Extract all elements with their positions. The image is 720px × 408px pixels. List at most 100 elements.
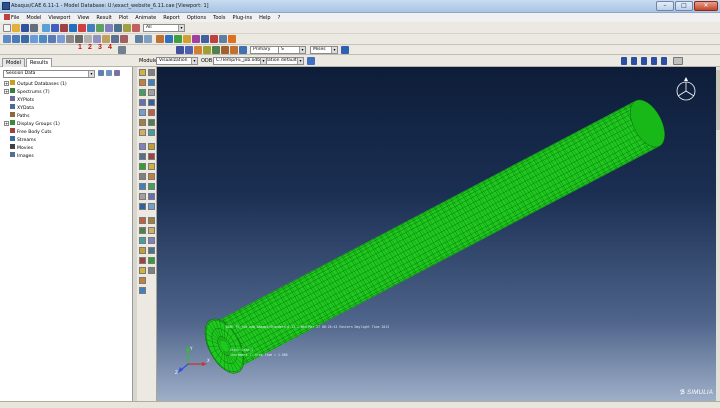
play-icon[interactable] [641, 57, 647, 65]
toolbox-tool-icon[interactable] [148, 79, 155, 86]
expand-all-icon[interactable] [106, 70, 112, 76]
zoom-icon[interactable] [78, 24, 86, 32]
viewport-4-button[interactable]: 4 [108, 44, 112, 51]
expand-icon[interactable]: + [4, 81, 9, 86]
viewport[interactable]: Y X Z ODB: FE_job.odb Abaqus/Standard 6.… [157, 67, 716, 401]
open-icon[interactable] [12, 24, 20, 32]
toolbox-tool-icon[interactable] [148, 203, 155, 210]
tile-viewports-icon[interactable] [118, 46, 126, 54]
viewport-1-button[interactable]: 1 [78, 44, 82, 51]
menu-options[interactable]: Options [187, 15, 206, 21]
perspective-icon[interactable] [93, 35, 101, 43]
filter-icon[interactable] [98, 70, 104, 76]
view-orientation-icon[interactable] [676, 77, 696, 101]
toolbox-tool-icon[interactable] [139, 143, 146, 150]
front-view-icon[interactable] [12, 35, 20, 43]
last-frame-icon[interactable] [661, 57, 667, 65]
iso-view-icon[interactable] [3, 35, 11, 43]
symbol-icon[interactable] [183, 35, 191, 43]
viewport-scrollbar[interactable] [716, 67, 720, 401]
tree-item[interactable]: Images [4, 152, 67, 160]
apply-defaults-icon[interactable] [307, 57, 315, 65]
toolbox-tool-icon[interactable] [139, 257, 146, 264]
menu-result[interactable]: Result [96, 15, 111, 21]
superimpose-icon[interactable] [210, 35, 218, 43]
toolbox-tool-icon[interactable] [148, 183, 155, 190]
menu-model[interactable]: Model [26, 15, 41, 21]
magnify-icon[interactable] [69, 24, 77, 32]
toolbox-tool-icon[interactable] [139, 89, 146, 96]
toolbox-tool-icon[interactable] [148, 257, 155, 264]
toolbox-tool-icon[interactable] [139, 99, 146, 106]
deformed-icon[interactable] [165, 35, 173, 43]
hidden-line-icon[interactable] [75, 35, 83, 43]
color-code-icon[interactable] [120, 35, 128, 43]
module-select[interactable]: Visualization ▾ [156, 57, 198, 65]
toolbox-tool-icon[interactable] [139, 119, 146, 126]
frame-selector-icon[interactable] [673, 57, 683, 65]
toolbox-tool-icon[interactable] [139, 203, 146, 210]
toolbox-tool-icon[interactable] [139, 237, 146, 244]
scrollbar-thumb[interactable] [716, 70, 720, 130]
toolbox-tool-icon[interactable] [139, 267, 146, 274]
toolbox-tool-icon[interactable] [148, 237, 155, 244]
record-icon[interactable] [228, 35, 236, 43]
section-points-icon[interactable] [221, 46, 229, 54]
toolbox-tool-icon[interactable] [139, 277, 146, 284]
previous-frame-icon[interactable] [631, 57, 637, 65]
print-icon[interactable] [30, 24, 38, 32]
views-icon[interactable] [114, 24, 122, 32]
toolbox-tool-icon[interactable] [148, 143, 155, 150]
remove-icon[interactable] [132, 24, 140, 32]
odb-select[interactable]: C:/Temp/FE_job.odb ▾ [213, 57, 267, 65]
toolbox-tool-icon[interactable] [148, 247, 155, 254]
collapse-all-icon[interactable] [114, 70, 120, 76]
toolbox-tool-icon[interactable] [148, 227, 155, 234]
toolbox-tool-icon[interactable] [139, 287, 146, 294]
frame-icon[interactable] [194, 46, 202, 54]
toolbox-tool-icon[interactable] [148, 193, 155, 200]
toolbox-tool-icon[interactable] [148, 267, 155, 274]
next-frame-icon[interactable] [651, 57, 657, 65]
toolbox-tool-icon[interactable] [139, 163, 146, 170]
common-options-icon[interactable] [201, 35, 209, 43]
tree-item[interactable]: + Spectrums (7) [4, 88, 67, 96]
colormap-icon[interactable] [239, 46, 247, 54]
left-view-icon[interactable] [48, 35, 56, 43]
tab-model[interactable]: Model [2, 58, 26, 67]
contour-icon[interactable] [174, 35, 182, 43]
tree-item[interactable]: + Output Databases (1) [4, 80, 67, 88]
tree-item[interactable]: Free Body Cuts [4, 128, 67, 136]
step-icon[interactable] [185, 46, 193, 54]
toolbox-tool-icon[interactable] [139, 129, 146, 136]
toolbox-tool-icon[interactable] [139, 153, 146, 160]
first-frame-icon[interactable] [621, 57, 627, 65]
toolbox-tool-icon[interactable] [148, 69, 155, 76]
toolbox-tool-icon[interactable] [139, 227, 146, 234]
menu-viewport[interactable]: Viewport [48, 15, 70, 21]
bottom-view-icon[interactable] [39, 35, 47, 43]
tree-item[interactable]: XYData [4, 104, 67, 112]
menu-file[interactable]: File [4, 14, 19, 21]
field-output-icon[interactable] [176, 46, 184, 54]
tree-item[interactable]: Streams [4, 136, 67, 144]
wireframe-icon[interactable] [66, 35, 74, 43]
s-variable-select[interactable]: S ▾ [278, 46, 306, 54]
toolbox-tool-icon[interactable] [148, 89, 155, 96]
toolbox-tool-icon[interactable] [139, 217, 146, 224]
save-icon[interactable] [21, 24, 29, 32]
minimize-button[interactable]: – [656, 1, 674, 11]
menu-plot[interactable]: Plot [119, 15, 128, 21]
plot-icon[interactable] [144, 35, 152, 43]
undeformed-icon[interactable] [156, 35, 164, 43]
viewport-2-button[interactable]: 2 [88, 44, 92, 51]
toolbox-tool-icon[interactable] [139, 109, 146, 116]
animate-icon[interactable] [219, 35, 227, 43]
toolbox-tool-icon[interactable] [139, 79, 146, 86]
right-view-icon[interactable] [57, 35, 65, 43]
toolbox-tool-icon[interactable] [148, 119, 155, 126]
menu-whats-this[interactable]: ? [278, 15, 281, 21]
shaded-icon[interactable] [84, 35, 92, 43]
top-view-icon[interactable] [30, 35, 38, 43]
translucency-icon[interactable] [111, 35, 119, 43]
